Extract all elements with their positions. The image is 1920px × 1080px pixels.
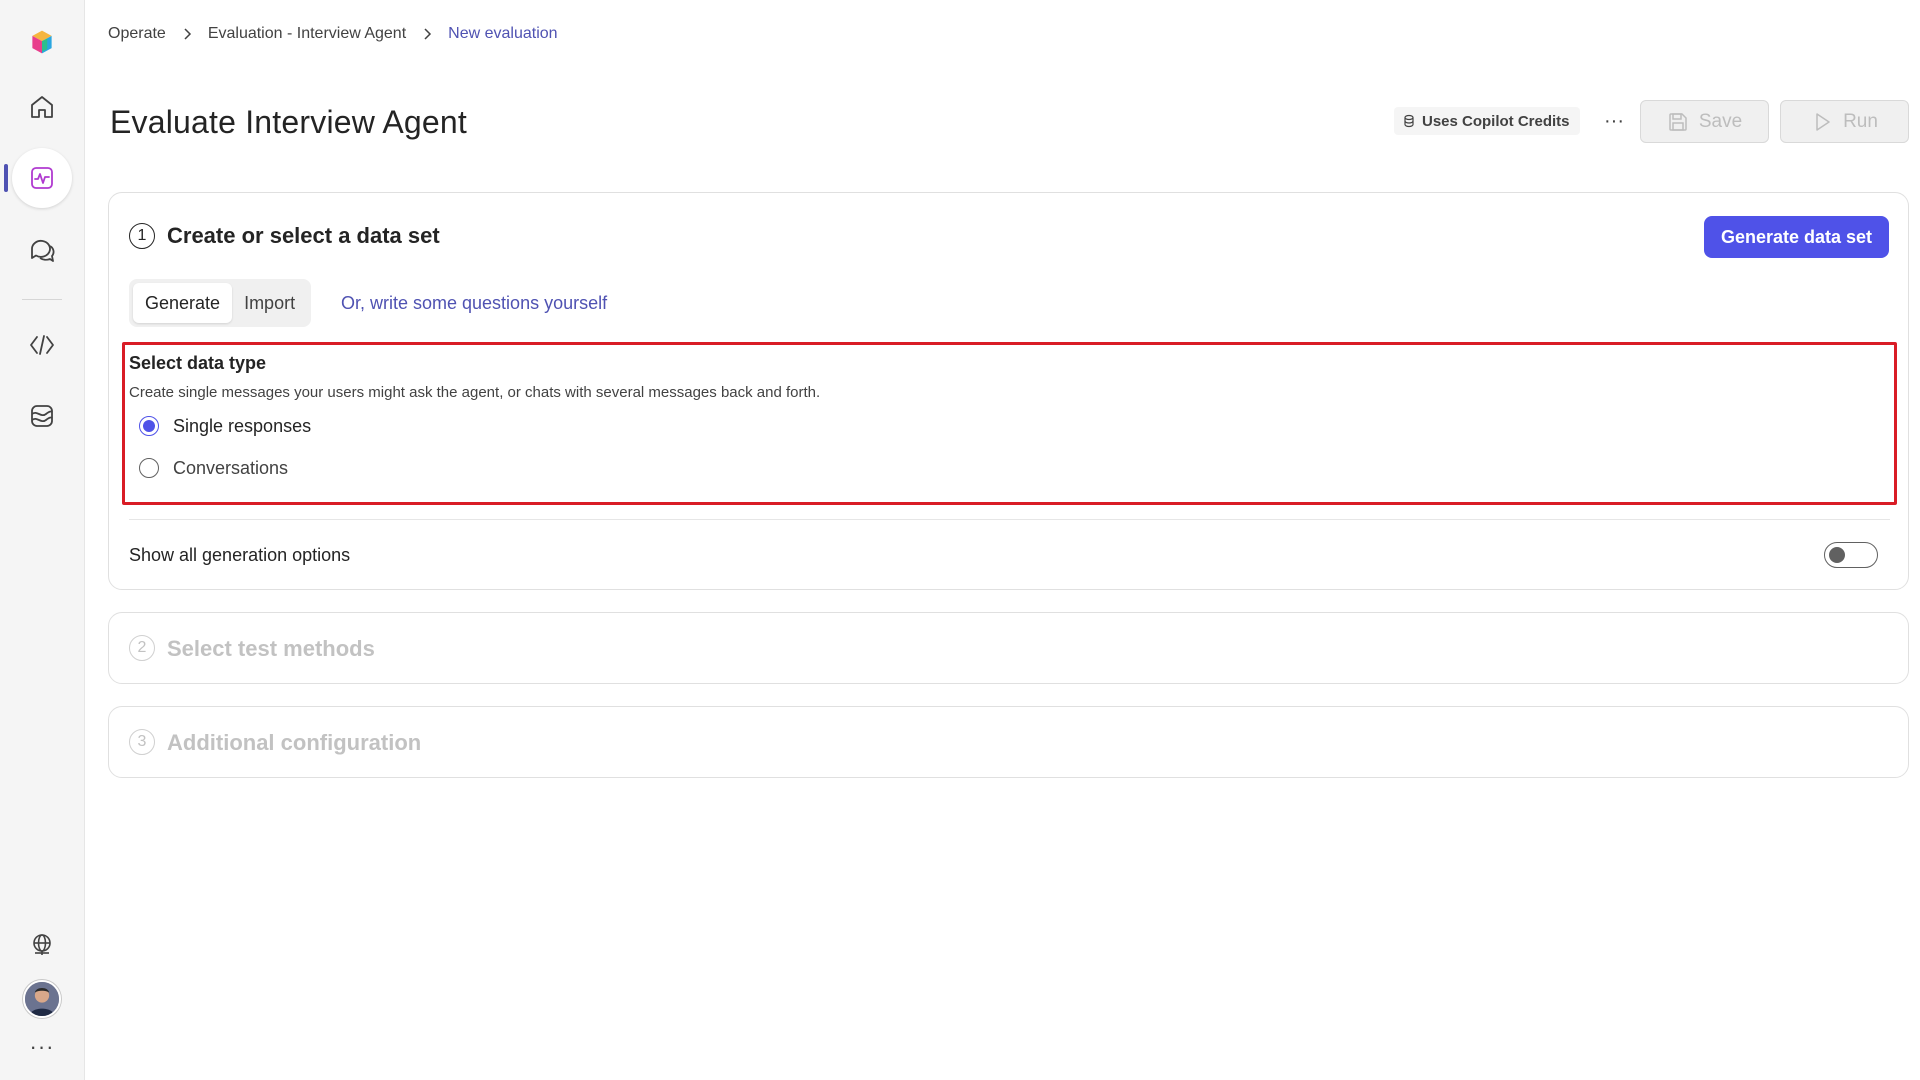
section-additional-configuration[interactable]: 3 Additional configuration bbox=[108, 706, 1909, 778]
knowledge-icon[interactable] bbox=[12, 386, 72, 446]
code-icon[interactable] bbox=[12, 315, 72, 375]
page-title: Evaluate Interview Agent bbox=[110, 104, 468, 140]
data-set-tabs: Generate Import bbox=[129, 279, 312, 327]
breadcrumb-operate[interactable]: Operate bbox=[108, 25, 166, 43]
rail-divider bbox=[22, 299, 62, 300]
divider bbox=[129, 519, 1890, 520]
active-indicator bbox=[4, 164, 8, 192]
step-number-1: 1 bbox=[129, 223, 155, 249]
section-title: Create or select a data set bbox=[167, 223, 440, 248]
save-icon bbox=[1669, 112, 1687, 131]
section-title: Additional configuration bbox=[167, 730, 422, 755]
step-number-3: 3 bbox=[129, 729, 155, 755]
chat-icon[interactable] bbox=[12, 220, 72, 280]
more-icon[interactable]: ··· bbox=[22, 1036, 62, 1066]
step-number-2: 2 bbox=[129, 635, 155, 661]
avatar[interactable] bbox=[23, 980, 61, 1018]
save-label: Save bbox=[1698, 110, 1743, 132]
radio-label: Conversations bbox=[173, 457, 289, 478]
write-questions-link[interactable]: Or, write some questions yourself bbox=[341, 293, 607, 314]
show-all-options-label: Show all generation options bbox=[129, 545, 351, 565]
coins-icon bbox=[1404, 114, 1414, 128]
section-select-test-methods[interactable]: 2 Select test methods bbox=[108, 612, 1909, 684]
tab-import[interactable]: Import bbox=[232, 283, 307, 323]
run-label: Run bbox=[1843, 110, 1878, 132]
radio-label: Single responses bbox=[173, 415, 312, 436]
play-icon bbox=[1816, 112, 1830, 131]
section-create-data-set: 1 Create or select a data set Generate d… bbox=[108, 192, 1909, 590]
radio-button[interactable] bbox=[139, 458, 159, 478]
breadcrumb-evaluation[interactable]: Evaluation - Interview Agent bbox=[208, 25, 406, 43]
credits-label: Uses Copilot Credits bbox=[1422, 112, 1570, 130]
section-title: Select test methods bbox=[167, 636, 375, 661]
copilot-credits-badge: Uses Copilot Credits bbox=[1394, 107, 1580, 135]
globe-icon[interactable] bbox=[12, 915, 72, 975]
data-type-description: Create single messages your users might … bbox=[129, 384, 821, 401]
home-icon[interactable] bbox=[12, 77, 72, 137]
activity-icon[interactable] bbox=[12, 148, 72, 208]
chevron-right-icon bbox=[424, 28, 432, 40]
highlight-box bbox=[122, 342, 1897, 505]
more-options-button[interactable]: ··· bbox=[1596, 106, 1632, 136]
radio-single-responses[interactable]: Single responses bbox=[139, 413, 311, 439]
generate-data-set-button[interactable]: Generate data set bbox=[1704, 216, 1889, 258]
tab-generate[interactable]: Generate bbox=[133, 283, 233, 323]
breadcrumb: Operate Evaluation - Interview Agent New… bbox=[108, 24, 558, 44]
breadcrumb-current[interactable]: New evaluation bbox=[448, 25, 557, 43]
radio-button-checked[interactable] bbox=[139, 416, 159, 436]
copilot-logo-icon[interactable] bbox=[12, 12, 72, 72]
data-type-title: Select data type bbox=[129, 353, 267, 373]
chevron-right-icon bbox=[184, 28, 191, 40]
radio-conversations[interactable]: Conversations bbox=[139, 455, 288, 481]
save-button[interactable]: Save bbox=[1640, 100, 1769, 143]
show-all-options-toggle[interactable] bbox=[1824, 542, 1878, 568]
left-rail: ··· bbox=[0, 0, 85, 1080]
run-button[interactable]: Run bbox=[1780, 100, 1909, 143]
